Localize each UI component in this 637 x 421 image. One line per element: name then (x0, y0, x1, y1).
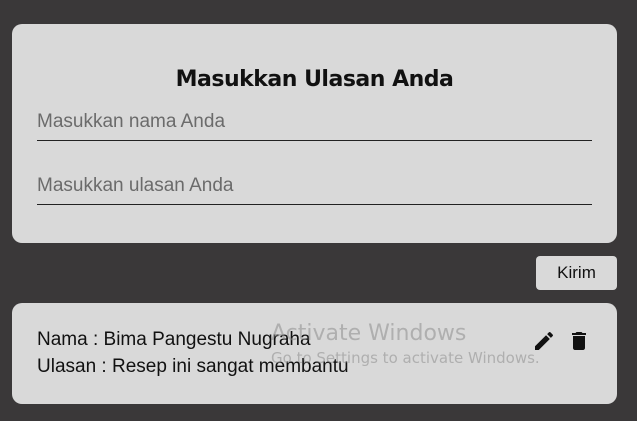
review-content-text: Ulasan : Resep ini sangat membantu (37, 356, 349, 377)
review-input[interactable] (37, 168, 592, 205)
form-title: Masukkan Ulasan Anda (175, 67, 454, 92)
edit-review-button[interactable] (532, 329, 556, 353)
name-input[interactable] (37, 104, 592, 141)
review-list-item: Nama : Bima Pangestu Nugraha Ulasan : Re… (12, 303, 617, 404)
trash-icon (572, 332, 586, 350)
review-name-text: Nama : Bima Pangestu Nugraha (37, 329, 311, 350)
review-form-card: Masukkan Ulasan Anda (12, 24, 617, 243)
pencil-icon (535, 331, 554, 350)
submit-button[interactable]: Kirim (536, 256, 617, 290)
delete-review-button[interactable] (567, 329, 591, 353)
